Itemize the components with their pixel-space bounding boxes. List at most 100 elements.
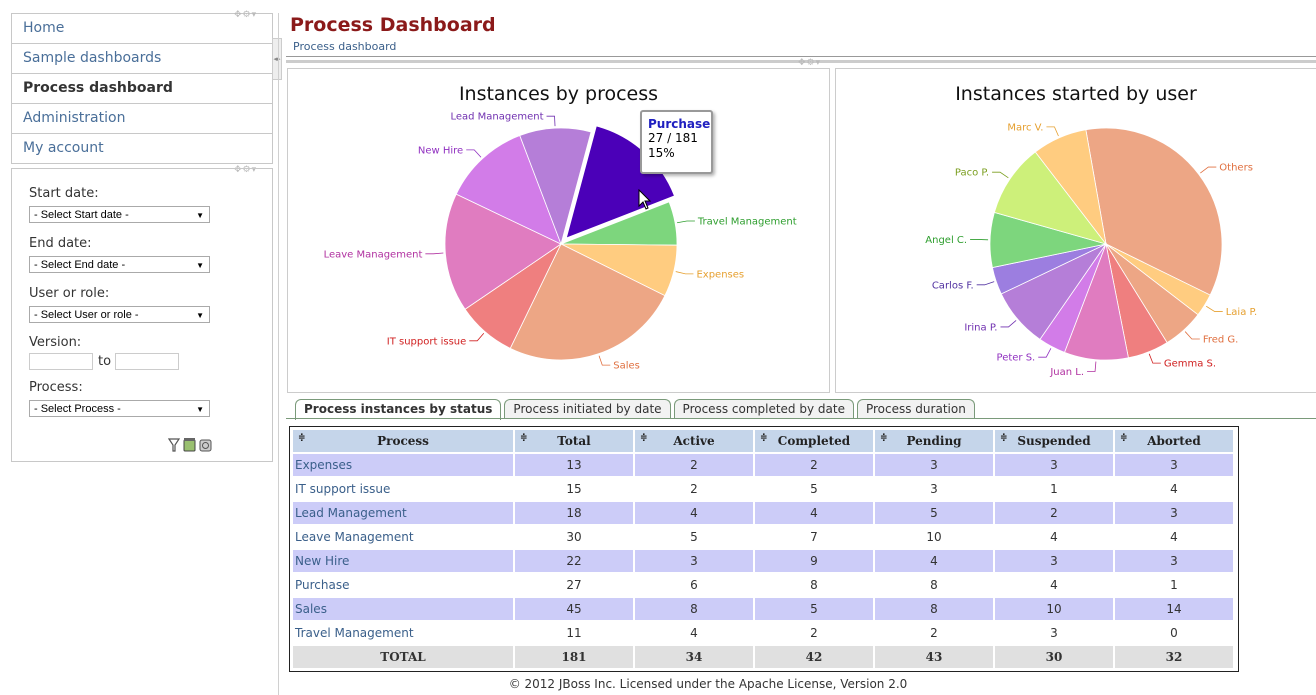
- col-header-process[interactable]: ≑ Process: [293, 430, 513, 452]
- cell-active: 4: [635, 502, 753, 524]
- cell-active: 8: [635, 598, 753, 620]
- process-link[interactable]: IT support issue: [293, 478, 513, 500]
- table-row: Lead Management 18 4 4 5 2 3: [293, 502, 1233, 524]
- user-role-select[interactable]: - Select User or role - ▼: [29, 306, 210, 323]
- col-header-label: Completed: [777, 434, 851, 448]
- cell-pending: 2: [930, 626, 938, 640]
- filter-icon[interactable]: [167, 438, 181, 452]
- clear-filter-icon[interactable]: [199, 439, 212, 452]
- chart-instances-by-process: Instances by process PurchaseTravel Mana…: [287, 68, 830, 393]
- total-label: TOTAL: [293, 646, 513, 668]
- cell-completed: 7: [810, 530, 818, 544]
- panel-move-handle-icon[interactable]: ✥⚙▾: [234, 10, 257, 20]
- process-value: - Select Process -: [34, 403, 121, 415]
- cell-completed: 9: [755, 550, 873, 572]
- dropdown-arrow-icon: ▼: [196, 405, 204, 414]
- pie-label: IT support issue: [387, 336, 467, 347]
- cell-suspended: 1: [1050, 482, 1058, 496]
- cell-total: 11: [566, 626, 582, 640]
- cell-pending: 8: [930, 578, 938, 592]
- cell-aborted: 4: [1170, 530, 1178, 544]
- pie-label-connector: [466, 149, 482, 158]
- nav-item-my-account[interactable]: My account: [12, 133, 272, 163]
- cell-completed: 2: [755, 454, 873, 476]
- charts-panel-handle-icon[interactable]: ✥⚙▾: [798, 58, 821, 68]
- pie-label: Gemma S.: [1164, 359, 1216, 370]
- cell-suspended: 4: [1050, 530, 1058, 544]
- end-date-select[interactable]: - Select End date - ▼: [29, 256, 210, 273]
- cell-aborted: 3: [1115, 454, 1233, 476]
- pie-label-connector: [425, 252, 444, 255]
- col-header-label: Aborted: [1147, 434, 1201, 448]
- col-header-label: Process: [377, 434, 429, 448]
- start-date-label: Start date:: [29, 186, 99, 201]
- process-select[interactable]: - Select Process - ▼: [29, 400, 210, 417]
- sort-icon: ≑: [298, 433, 306, 443]
- cell-aborted: 4: [1170, 482, 1178, 496]
- pie-label-connector: [1000, 320, 1017, 328]
- process-link[interactable]: Leave Management: [293, 526, 513, 548]
- nav-item-process-dashboard[interactable]: Process dashboard: [12, 73, 272, 103]
- end-date-label: End date:: [29, 236, 92, 251]
- process-link[interactable]: Expenses: [293, 454, 513, 476]
- pie-label-connector: [1206, 305, 1223, 312]
- sort-icon: ≑: [880, 433, 888, 443]
- table-row: Expenses 13 2 2 3 3 3: [293, 454, 1233, 476]
- process-link[interactable]: Purchase: [293, 574, 513, 596]
- pie-label: Carlos F.: [932, 280, 974, 291]
- process-link[interactable]: Sales: [293, 598, 513, 620]
- total-cell: 181: [515, 646, 633, 668]
- nav-item-home[interactable]: Home: [12, 14, 272, 43]
- table-row: New Hire 22 3 9 4 3 3: [293, 550, 1233, 572]
- col-header-aborted[interactable]: ≑ Aborted: [1115, 430, 1233, 452]
- process-link[interactable]: Travel Management: [293, 622, 513, 644]
- nav-item-administration[interactable]: Administration: [12, 103, 272, 133]
- tab-process-duration[interactable]: Process duration: [856, 399, 975, 418]
- col-header-total[interactable]: ≑ Total: [515, 430, 633, 452]
- col-header-label: Pending: [906, 434, 962, 448]
- table-total-row: TOTAL 181 34 42 43 30 32: [293, 646, 1233, 668]
- cell-completed: 5: [755, 598, 873, 620]
- version-from-input[interactable]: [29, 353, 93, 370]
- cell-pending: 3: [930, 482, 938, 496]
- pie-label-connector: [1038, 348, 1052, 358]
- pie-label: Lead Management: [450, 112, 543, 123]
- header-divider: [286, 56, 1316, 57]
- pie-label-connector: [992, 171, 1009, 179]
- chart-tooltip: Purchase 27 / 181 15%: [640, 110, 713, 174]
- splitter-handle[interactable]: ◂▸: [272, 38, 282, 80]
- breadcrumb[interactable]: Process dashboard: [293, 40, 396, 53]
- process-link[interactable]: Lead Management: [293, 502, 513, 524]
- pie-label: Angel C.: [925, 235, 967, 246]
- pie-chart-process[interactable]: Purchase Travel Management Expenses Sales IT…: [288, 69, 829, 392]
- col-header-active[interactable]: ≑ Active: [635, 430, 753, 452]
- tab-initiated-by-date[interactable]: Process initiated by date: [504, 399, 671, 418]
- version-to-input[interactable]: [115, 353, 179, 370]
- page-title: Process Dashboard: [290, 14, 496, 36]
- pie-label-connector: [976, 281, 995, 286]
- cell-pending: 5: [875, 502, 993, 524]
- process-link[interactable]: New Hire: [293, 550, 513, 572]
- total-cell: 30: [995, 646, 1113, 668]
- pie-chart-user[interactable]: Others Laia P. Fred G. Gemma S. Juan L. Peter…: [836, 69, 1316, 392]
- start-date-select[interactable]: - Select Start date - ▼: [29, 206, 210, 223]
- tab-bar: Process instances by status Process init…: [295, 399, 978, 420]
- total-cell: 43: [875, 646, 993, 668]
- tab-instances-by-status[interactable]: Process instances by status: [295, 399, 502, 420]
- dropdown-arrow-icon: ▼: [196, 261, 204, 270]
- pie-label: Marc V.: [1007, 122, 1043, 133]
- col-header-completed[interactable]: ≑ Completed: [755, 430, 873, 452]
- pie-label-connector: [1200, 166, 1217, 174]
- pie-label: Travel Management: [697, 216, 797, 227]
- col-header-pending[interactable]: ≑ Pending: [875, 430, 993, 452]
- tooltip-value: 27 / 181: [648, 131, 698, 145]
- user-role-label: User or role:: [29, 286, 110, 301]
- cell-suspended: 4: [1050, 578, 1058, 592]
- tab-completed-by-date[interactable]: Process completed by date: [673, 399, 854, 418]
- nav-item-sample-dashboards[interactable]: Sample dashboards: [12, 43, 272, 73]
- status-table-container: ≑ Process ≑ Total ≑ Active ≑ Completed ≑ Pend…: [289, 426, 1239, 672]
- col-header-suspended[interactable]: ≑ Suspended: [995, 430, 1113, 452]
- footer-copyright: © 2012 JBoss Inc. Licensed under the Apa…: [508, 677, 908, 691]
- apply-filter-icon[interactable]: [183, 438, 196, 452]
- table-header-row: ≑ Process ≑ Total ≑ Active ≑ Completed ≑ Pend…: [293, 430, 1233, 452]
